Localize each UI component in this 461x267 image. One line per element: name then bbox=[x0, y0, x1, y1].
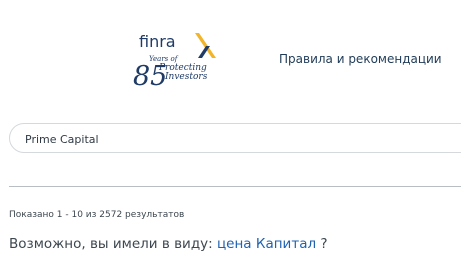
suggestion-suffix: ? bbox=[316, 236, 328, 252]
logo-gold-mark bbox=[195, 33, 216, 58]
suggestion-link[interactable]: цена Капитал bbox=[217, 236, 316, 252]
search-input[interactable] bbox=[25, 130, 445, 148]
search-box[interactable] bbox=[9, 123, 461, 153]
suggestion-prefix: Возможно, вы имели в виду: bbox=[9, 236, 217, 252]
logo-tagline-line3: Investors bbox=[164, 72, 208, 82]
divider bbox=[9, 186, 461, 187]
page: finra 85 Years of Protecting Investors П… bbox=[0, 0, 461, 267]
results-count: Показано 1 - 10 из 2572 результатов bbox=[9, 210, 185, 220]
logo-brand-text: finra bbox=[139, 32, 176, 51]
finra-logo[interactable]: finra 85 Years of Protecting Investors bbox=[132, 30, 227, 90]
nav-rules-guidance-link[interactable]: Правила и рекомендации bbox=[279, 52, 442, 66]
did-you-mean: Возможно, вы имели в виду: цена Капитал … bbox=[9, 236, 328, 252]
finra-logo-graphic: finra 85 Years of Protecting Investors bbox=[133, 32, 216, 90]
logo-tagline-line1: Years of bbox=[149, 55, 179, 63]
